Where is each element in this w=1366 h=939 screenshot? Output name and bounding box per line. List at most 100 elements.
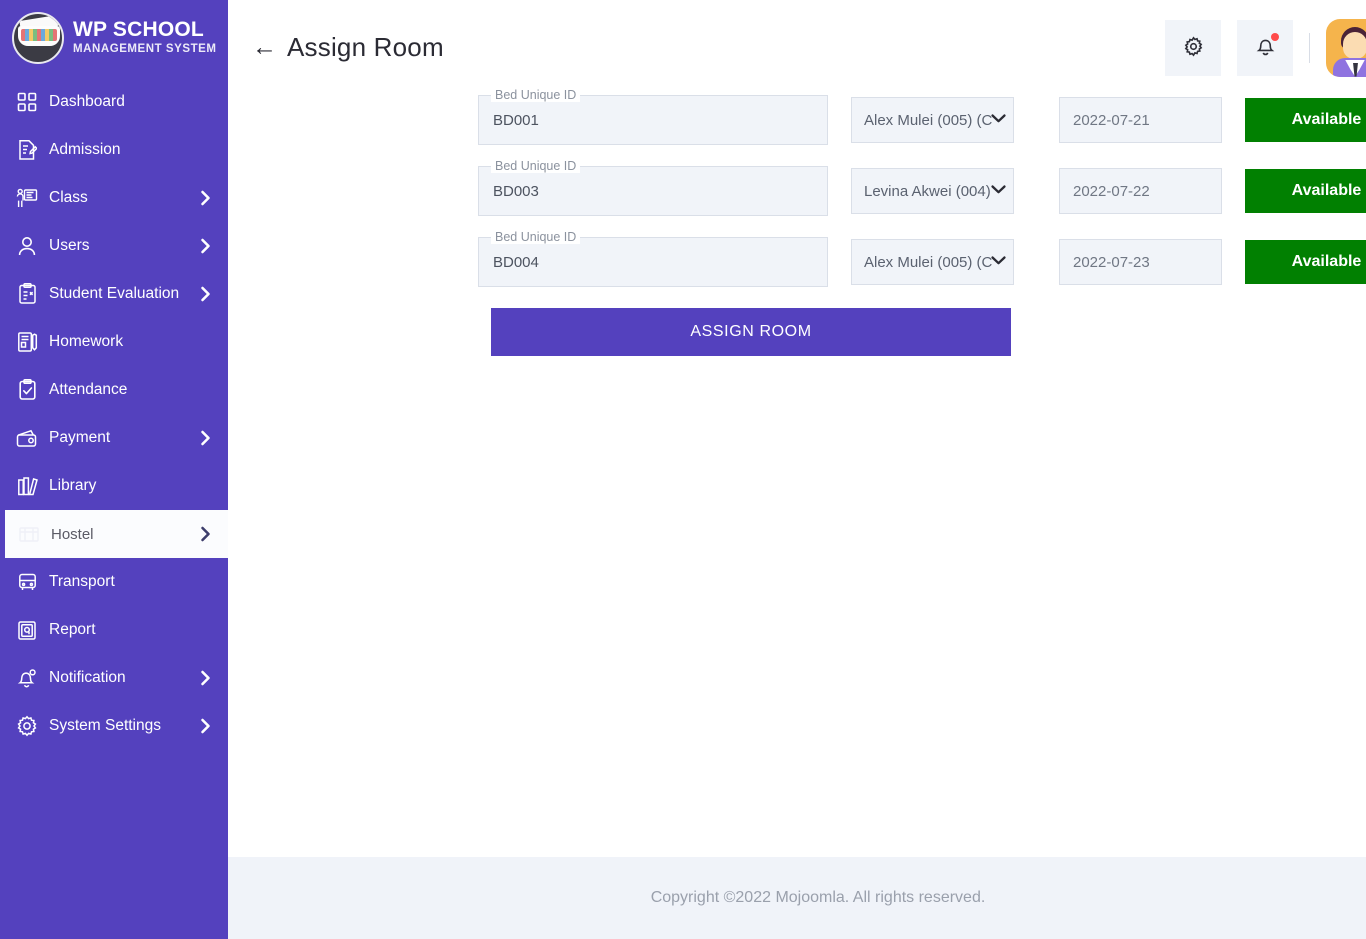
student-select[interactable]: Levina Akwei (004) [851,168,1014,214]
sidebar-item-hostel[interactable]: Hostel [0,510,228,558]
assign-date-field[interactable]: 2022-07-23 [1059,239,1222,285]
sidebar-item-label: Users [49,237,90,254]
sidebar-item-student-evaluation[interactable]: Student Evaluation [0,270,228,318]
sidebar-item-users[interactable]: Users [0,222,228,270]
gear-icon [1183,35,1204,60]
main-area: ← Assign Room Bed Unique ID BD001 Alex M… [228,0,1366,939]
topbar-actions [1165,18,1366,77]
sidebar-item-label: Attendance [49,381,128,398]
sidebar-item-label: Report [49,621,96,638]
app-root: WP SCHOOL MANAGEMENT SYSTEM Dashboard Ad… [0,0,1366,939]
sidebar-item-attendance[interactable]: Attendance [0,366,228,414]
bus-icon [14,569,40,595]
student-select[interactable]: Alex Mulei (005) (C [851,239,1014,285]
content-area: Bed Unique ID BD001 Alex Mulei (005) (C … [228,88,1366,857]
bed-unique-id-value: BD004 [493,253,539,271]
sidebar-item-label: Notification [49,669,126,686]
person-icon [14,233,40,259]
chevron-right-icon [198,190,212,206]
page-title: Assign Room [287,32,444,62]
assign-room-form: Bed Unique ID BD001 Alex Mulei (005) (C … [228,88,1366,287]
assign-date-value: 2022-07-23 [1073,253,1150,271]
sidebar-item-class[interactable]: Class [0,174,228,222]
sidebar-item-label: Admission [49,141,121,158]
notification-button[interactable] [1237,19,1293,76]
clipboard-check-icon [14,281,40,307]
wallet-icon [14,425,40,451]
clipboard-tick-icon [14,377,40,403]
status-badge-available[interactable]: Available [1245,240,1366,284]
page-title-wrap: ← Assign Room [228,32,1165,63]
chevron-right-icon [198,430,212,446]
student-select-value: Alex Mulei (005) (C [864,111,993,129]
sidebar-item-label: Class [49,189,88,206]
sidebar-item-dashboard[interactable]: Dashboard [0,78,228,126]
bed-unique-id-value: BD003 [493,182,539,200]
assign-date-value: 2022-07-22 [1073,182,1150,200]
notification-badge-dot [1270,33,1279,41]
teacher-board-icon [14,185,40,211]
sidebar-item-homework[interactable]: Homework [0,318,228,366]
hostel-building-icon [16,521,42,547]
chevron-right-icon [198,718,212,734]
student-select-value: Levina Akwei (004) [864,182,991,200]
brand-text: WP SCHOOL MANAGEMENT SYSTEM [73,19,217,56]
footer: Copyright ©2022 Mojoomla. All rights res… [228,857,1366,939]
student-select[interactable]: Alex Mulei (005) (C [851,97,1014,143]
sidebar-item-report[interactable]: Report [0,606,228,654]
topbar: ← Assign Room [228,0,1366,95]
bed-unique-id-label: Bed Unique ID [491,230,581,244]
assign-date-field[interactable]: 2022-07-22 [1059,168,1222,214]
sidebar-item-transport[interactable]: Transport [0,558,228,606]
brand-subtitle: MANAGEMENT SYSTEM [73,43,217,56]
status-badge-available[interactable]: Available [1245,98,1366,142]
report-document-icon [14,617,40,643]
assign-room-button[interactable]: ASSIGN ROOM [491,308,1011,356]
books-icon [14,473,40,499]
bed-unique-id-field[interactable]: Bed Unique ID BD001 [478,88,828,145]
bed-unique-id-label: Bed Unique ID [491,159,581,173]
sidebar-item-payment[interactable]: Payment [0,414,228,462]
back-arrow-icon[interactable]: ← [252,35,277,60]
sidebar-item-notification[interactable]: Notification [0,654,228,702]
brand-title: WP SCHOOL [73,18,204,42]
brand-logo-block[interactable]: WP SCHOOL MANAGEMENT SYSTEM [0,0,228,74]
bell-icon [14,665,40,691]
bed-unique-id-value: BD001 [493,111,539,129]
bed-unique-id-field[interactable]: Bed Unique ID BD004 [478,230,828,287]
assign-date-value: 2022-07-21 [1073,111,1150,129]
sidebar-item-system-settings[interactable]: System Settings [0,702,228,750]
bed-unique-id-label: Bed Unique ID [491,88,581,102]
sidebar-nav: Dashboard Admission Class Users Student … [0,74,228,750]
topbar-divider [1309,32,1310,63]
student-select-value: Alex Mulei (005) (C [864,253,993,271]
grid-dashboard-icon [14,89,40,115]
bed-unique-id-field[interactable]: Bed Unique ID BD003 [478,159,828,216]
sidebar-item-label: Hostel [51,525,94,543]
sidebar-item-label: Student Evaluation [49,285,180,302]
bell-icon [1255,33,1279,60]
assign-room-row: Bed Unique ID BD003 Levina Akwei (004) 2… [478,159,1366,216]
notebook-pen-icon [14,329,40,355]
avatar[interactable] [1326,18,1366,77]
status-badge-available[interactable]: Available [1245,169,1366,213]
sidebar: WP SCHOOL MANAGEMENT SYSTEM Dashboard Ad… [0,0,228,939]
sidebar-item-admission[interactable]: Admission [0,126,228,174]
assign-room-row: Bed Unique ID BD001 Alex Mulei (005) (C … [478,88,1366,145]
graduation-cap-logo-icon [12,11,64,64]
sidebar-item-label: Transport [49,573,115,590]
document-pencil-icon [14,137,40,163]
chevron-right-icon [198,286,212,302]
chevron-right-icon [198,238,212,254]
sidebar-item-label: Library [49,477,97,494]
chevron-right-icon [198,526,212,542]
copyright-text: Copyright ©2022 Mojoomla. All rights res… [650,889,986,906]
assign-date-field[interactable]: 2022-07-21 [1059,97,1222,143]
sidebar-item-library[interactable]: Library [0,462,228,510]
sidebar-item-label: Homework [49,333,124,350]
chevron-right-icon [198,670,212,686]
assign-room-row: Bed Unique ID BD004 Alex Mulei (005) (C … [478,230,1366,287]
sidebar-item-label: Payment [49,429,111,446]
sidebar-item-label: System Settings [49,717,161,734]
settings-button[interactable] [1165,19,1221,76]
